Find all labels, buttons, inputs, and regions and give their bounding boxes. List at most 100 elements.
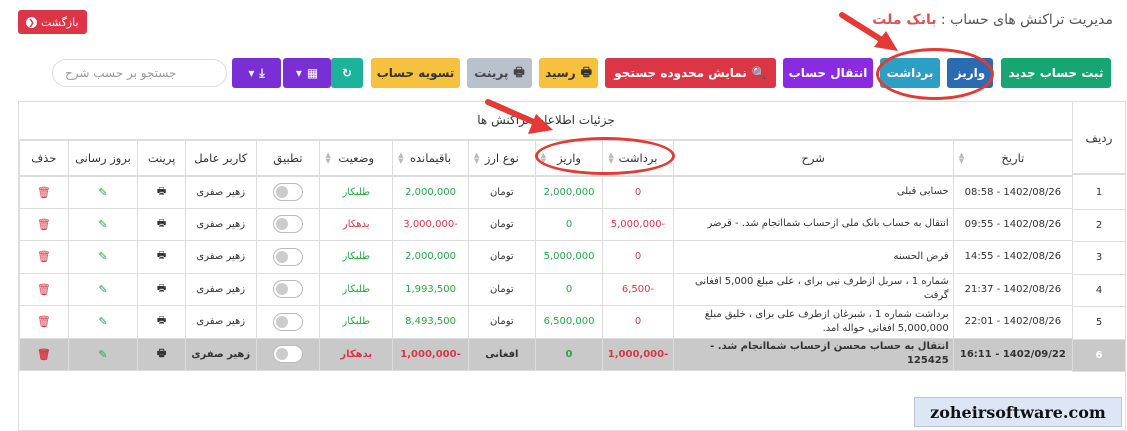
cell-match	[255, 272, 321, 306]
cell-match	[255, 207, 321, 241]
cell-balance: 8,493,500	[392, 305, 469, 339]
trash-icon[interactable]: 🗑	[37, 186, 51, 199]
col-date[interactable]: تاریخ ▲ ▼	[952, 140, 1074, 177]
search-range-button[interactable]: 🔍 نمایش محدوده جستجو	[605, 58, 776, 88]
cell-date: 1402/08/26 - 21:37	[952, 272, 1074, 306]
cell-balance: -1,000,000	[392, 337, 469, 371]
cell-delete: 🗑	[19, 305, 69, 339]
col-status-label: وضعیت	[338, 150, 375, 165]
col-match: تطبیق	[255, 140, 321, 177]
edit-icon[interactable]: ✎	[98, 186, 107, 199]
cell-delete: 🗑	[19, 240, 69, 274]
match-toggle[interactable]	[272, 247, 303, 266]
col-currency[interactable]: نوع ارز ▲ ▼	[467, 140, 536, 177]
col-update: بروز رسانی	[67, 140, 139, 177]
search-range-label: نمایش محدوده جستجو	[614, 66, 747, 80]
cell-deposit: 0	[534, 337, 604, 371]
sort-icon: ▲ ▼	[540, 151, 547, 165]
cell-print: 🖶	[137, 272, 186, 306]
cell-radif: 5	[1072, 307, 1125, 340]
new-account-button[interactable]: ثبت حساب جدید	[1001, 58, 1111, 88]
cell-radif: 3	[1072, 242, 1125, 275]
deposit-button[interactable]: واریز	[947, 58, 993, 88]
print-icon[interactable]: 🖶	[157, 315, 166, 326]
trash-icon[interactable]: 🗑	[37, 348, 51, 361]
print-icon[interactable]: 🖶	[157, 186, 166, 197]
cell-update: ✎	[67, 207, 139, 241]
col-delete-label: حذف	[31, 150, 57, 165]
print-icon: 🖶	[580, 64, 592, 79]
cell-update: ✎	[67, 272, 139, 306]
cell-print: 🖶	[137, 337, 186, 371]
print-icon[interactable]: 🖶	[157, 348, 166, 359]
transactions-grid: تاریخ ▲ ▼ شرح برداشت ▲ ▼ واریز ▲ ▼ نوع ارز ▲ ▼ ب…	[19, 140, 1074, 371]
cell-print: 🖶	[137, 175, 186, 209]
cell-withdraw: -6,500	[602, 272, 674, 306]
settle-button[interactable]: تسویه حساب	[371, 58, 460, 88]
cell-date: 1402/08/26 - 09:55	[952, 207, 1074, 241]
match-toggle[interactable]	[272, 183, 303, 201]
cell-desc: شماره 1 ، سربل ازطرف نبی برای ، علی مبلغ…	[672, 272, 954, 306]
col-balance[interactable]: باقیمانده ▲ ▼	[392, 140, 469, 177]
col-withdraw[interactable]: برداشت ▲ ▼	[602, 140, 674, 177]
table-row: 1402/08/26 - 08:58 حسابی قبلی 0 2,000,000 تو…	[19, 175, 1074, 209]
cell-radif: 2	[1072, 209, 1125, 242]
sort-icon: ▲ ▼	[608, 151, 614, 165]
grid-icon: ▦	[306, 66, 319, 80]
receipt-label: رسید	[545, 66, 576, 80]
edit-icon[interactable]: ✎	[98, 218, 107, 231]
edit-icon[interactable]: ✎	[98, 250, 107, 263]
withdraw-button[interactable]: برداشت	[880, 58, 940, 88]
cell-desc: برداشت شماره 1 ، شبرغان ازطرف علی برای ،…	[672, 305, 954, 339]
search-input[interactable]: جستجو بر حسب شرح	[52, 59, 227, 87]
print-icon[interactable]: 🖶	[157, 218, 166, 229]
match-toggle[interactable]	[272, 345, 303, 364]
trash-icon[interactable]: 🗑	[37, 218, 51, 231]
cell-status: طلبکار	[319, 305, 394, 339]
col-update-label: بروز رسانی	[75, 150, 131, 165]
col-delete: حذف	[19, 140, 69, 177]
trash-icon[interactable]: 🗑	[37, 250, 51, 263]
cell-user: زهیر صفری	[184, 337, 257, 371]
cell-deposit: 2,000,000	[534, 175, 604, 209]
col-desc[interactable]: شرح	[672, 140, 954, 177]
col-currency-label: نوع ارز	[484, 150, 519, 165]
transfer-label: انتقال حساب	[788, 66, 868, 80]
edit-icon[interactable]: ✎	[98, 348, 107, 361]
cell-radif: 6	[1072, 339, 1125, 372]
trash-icon[interactable]: 🗑	[37, 283, 51, 296]
cell-desc: انتقال به حساب بانک ملی ازحساب شماانجام …	[672, 207, 954, 241]
cell-desc: قرض الحسنه	[672, 240, 954, 274]
transactions-table: جزئیات اطلاعات تراکنش ها ردیف تاریخ ▲ ▼ شر…	[18, 101, 1126, 431]
col-match-label: تطبیق	[273, 150, 303, 165]
download-icon: ⤓	[259, 65, 265, 80]
print-icon[interactable]: 🖶	[157, 250, 166, 261]
print-icon[interactable]: 🖶	[157, 283, 166, 294]
columns-dropdown-button[interactable]: ▦ ▾	[283, 58, 331, 88]
cell-date: 1402/09/22 - 16:11	[952, 337, 1074, 371]
receipt-button[interactable]: 🖶 رسید	[539, 58, 598, 88]
cell-deposit: 0	[534, 272, 604, 306]
match-toggle[interactable]	[272, 215, 303, 234]
refresh-button[interactable]: ↻	[331, 58, 363, 88]
match-toggle[interactable]	[272, 280, 303, 299]
cell-date: 1402/08/26 - 08:58	[952, 175, 1074, 209]
edit-icon[interactable]: ✎	[98, 283, 107, 296]
cell-delete: 🗑	[19, 207, 69, 241]
cell-currency: تومان	[467, 240, 536, 274]
match-toggle[interactable]	[272, 312, 303, 331]
print-button[interactable]: 🖶 پرینت	[467, 58, 532, 88]
transfer-button[interactable]: انتقال حساب	[783, 58, 873, 88]
cell-desc: حسابی قبلی	[672, 175, 954, 209]
trash-icon[interactable]: 🗑	[37, 315, 51, 328]
cell-match	[255, 240, 321, 274]
cell-radif: 1	[1072, 177, 1125, 210]
edit-icon[interactable]: ✎	[98, 315, 107, 328]
col-deposit[interactable]: واریز ▲ ▼	[534, 140, 604, 177]
export-dropdown-button[interactable]: ⤓ ▾	[232, 58, 281, 88]
col-status[interactable]: وضعیت ▲ ▼	[319, 140, 394, 177]
back-button[interactable]: بازگشت ❮	[18, 10, 87, 34]
col-balance-label: باقیمانده	[409, 150, 452, 165]
col-desc-label: شرح	[801, 150, 825, 165]
cell-deposit: 5,000,000	[534, 240, 604, 274]
